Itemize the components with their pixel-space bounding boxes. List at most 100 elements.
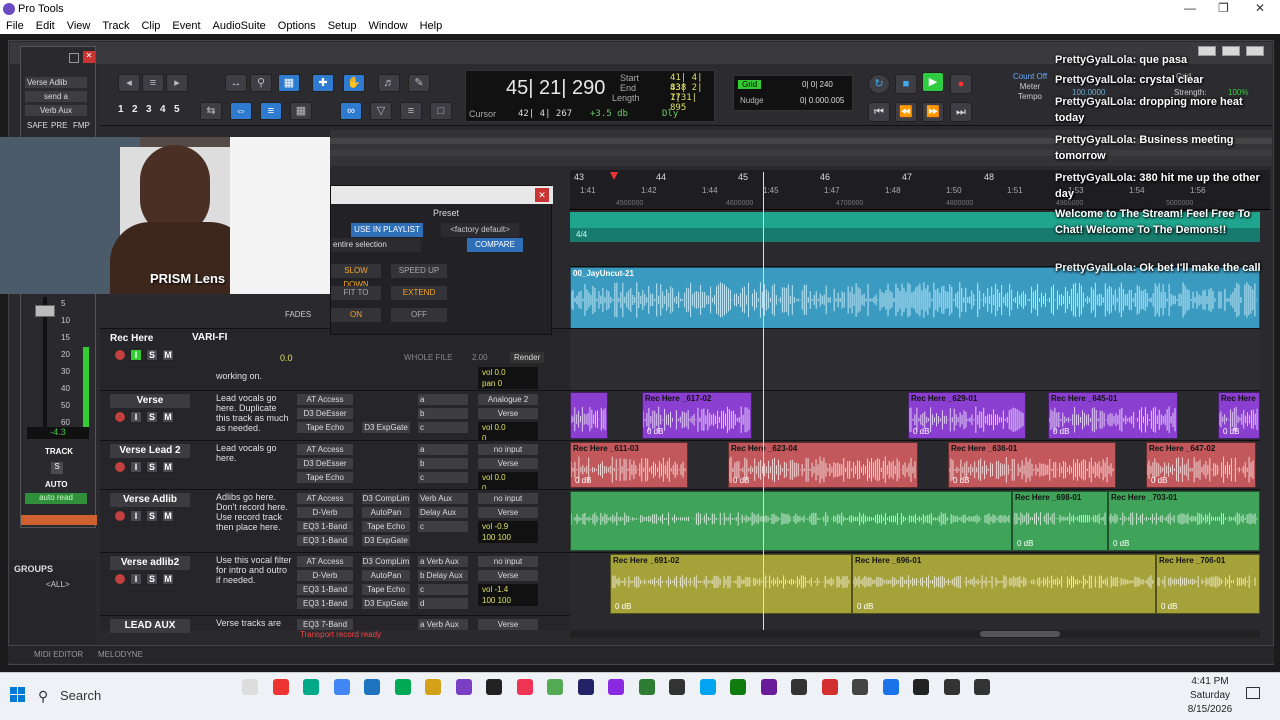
playhead-marker-icon[interactable] <box>610 172 618 180</box>
track-name[interactable]: LEAD AUX <box>110 619 190 633</box>
scrubber-tool-icon[interactable]: ♬ <box>378 74 400 92</box>
record-enable-button[interactable] <box>114 349 126 361</box>
audio-clip[interactable]: Rec Here _623-04 0 dB <box>728 442 918 488</box>
track-lane-verse[interactable]: Rec Here _617-02 0 dB Rec Here _629-01 0 dB… <box>570 390 1260 440</box>
send-slot[interactable]: Verb Aux <box>418 493 468 504</box>
input-monitor-button[interactable]: I <box>130 510 142 522</box>
track-name[interactable]: Verse Lead 2 <box>110 444 190 458</box>
tab-to-transient-icon[interactable]: ▽ <box>370 102 392 120</box>
playhead[interactable] <box>763 172 764 630</box>
stop-icon[interactable]: ■ <box>895 74 917 94</box>
app-icon[interactable] <box>852 679 868 695</box>
io-selector[interactable]: no input <box>478 556 538 567</box>
track-name[interactable]: Verse adlib2 <box>110 556 190 570</box>
menu-item-file[interactable]: File <box>0 18 30 34</box>
solo-button[interactable]: S <box>146 573 158 585</box>
app-icon[interactable] <box>638 679 655 695</box>
send-slot[interactable]: Delay Aux <box>418 507 468 518</box>
vol-pan-box[interactable]: vol -0.9 100 100 <box>478 521 538 543</box>
maximize-icon[interactable]: ❐ <box>1218 1 1229 15</box>
link-icon[interactable]: ∞ <box>340 102 362 120</box>
close-icon[interactable]: ✕ <box>1255 1 1265 15</box>
insert-slot[interactable]: D3 CompLim <box>362 556 410 567</box>
horizontal-scrollbar[interactable] <box>570 630 1260 638</box>
io-selector[interactable]: Verse <box>478 570 538 581</box>
go-to-end-icon[interactable]: ⏭ <box>950 102 972 122</box>
menu-item-options[interactable]: Options <box>272 18 322 34</box>
app-icon[interactable] <box>760 679 777 695</box>
nudge-value[interactable]: 0| 0.000.005 <box>800 96 844 105</box>
send-slot[interactable]: c <box>418 472 468 483</box>
automation-mode-select[interactable]: auto read <box>25 493 87 504</box>
strip-minimize-icon[interactable] <box>69 53 79 63</box>
pre-button[interactable]: PRE <box>51 121 67 130</box>
rewind-icon[interactable]: ⏪ <box>895 102 917 122</box>
minimize-icon[interactable]: — <box>1184 1 1196 15</box>
insert-slot[interactable]: EQ3 1-Band <box>297 521 353 532</box>
record-enable-button[interactable] <box>114 510 126 522</box>
solo-button[interactable]: S <box>146 349 158 361</box>
insert-slot[interactable]: D-Verb <box>297 507 353 518</box>
app-icon[interactable] <box>547 679 563 695</box>
app-icon[interactable] <box>699 679 716 695</box>
insert-slot[interactable]: AutoPan <box>362 507 410 518</box>
input-monitor-button[interactable]: I <box>130 461 142 473</box>
send-slot[interactable]: a Verb Aux <box>418 619 468 630</box>
meter-label[interactable]: Meter <box>1008 82 1052 92</box>
menu-item-window[interactable]: Window <box>362 18 413 34</box>
io-selector[interactable]: Verse <box>478 408 538 419</box>
audio-clip[interactable]: Rec Here _698-01 0 dB <box>1012 491 1108 551</box>
app-icon[interactable] <box>669 679 685 695</box>
solo-button[interactable]: S <box>146 510 158 522</box>
insert-slot[interactable]: AT Access <box>297 493 353 504</box>
scrollbar-thumb[interactable] <box>980 631 1060 637</box>
files-icon[interactable] <box>425 679 441 695</box>
send-slot[interactable]: a <box>418 394 468 405</box>
mute-button[interactable]: M <box>162 573 174 585</box>
menu-item-clip[interactable]: Clip <box>135 18 166 34</box>
io-selector[interactable]: no input <box>478 493 538 504</box>
fit-to-button[interactable]: FIT TO <box>331 286 381 300</box>
audio-clip[interactable]: Rec Here _706-01 0 dB <box>1156 554 1260 614</box>
length-value[interactable]: 1| 1| 895 <box>670 93 714 113</box>
insert-slot[interactable]: D3 ExpGate <box>362 598 410 609</box>
windows-start-icon[interactable] <box>10 687 26 703</box>
track-lane-adlib[interactable]: Rec Here _698-01 0 dB Rec Here _703-01 0 dB <box>570 489 1260 552</box>
solo-button[interactable]: S <box>146 461 158 473</box>
count-off-label[interactable]: Count Off <box>1008 72 1052 82</box>
selection-mode-select[interactable]: entire selection <box>331 238 421 252</box>
insert-slot[interactable]: D3 DeEsser <box>297 458 353 469</box>
audio-clip[interactable]: Rec Here _696-01 0 dB <box>852 554 1156 614</box>
plugin-close-icon[interactable]: ✕ <box>535 188 549 202</box>
grid-label[interactable]: Grid <box>738 80 762 89</box>
grabber-tool-icon[interactable]: ✋ <box>343 74 365 92</box>
insert-slot[interactable]: D3 DeEsser <box>297 408 353 419</box>
vol-pan-box[interactable]: vol 0.0 pan 0 <box>478 367 538 389</box>
selector-tool-icon[interactable]: ✚ <box>312 74 334 92</box>
input-monitor-button[interactable]: I <box>130 573 142 585</box>
insert-slot[interactable]: D3 CompLim <box>362 493 410 504</box>
track-comment[interactable]: working on. <box>216 371 292 381</box>
rewind-start-icon[interactable]: ⏮ <box>868 102 890 122</box>
obs-icon[interactable] <box>486 679 502 695</box>
vol-pan-box[interactable]: vol -1.4 100 100 <box>478 584 538 606</box>
tab-midi-editor[interactable]: MIDI EDITOR <box>34 650 83 659</box>
edge-icon[interactable] <box>303 679 319 695</box>
app-icon[interactable] <box>730 679 746 695</box>
tempo-label[interactable]: Tempo <box>1008 92 1052 102</box>
audio-clip[interactable]: Rec Here _629-01 0 dB <box>908 392 1026 439</box>
mirror-midi-icon[interactable]: ≡ <box>400 102 422 120</box>
insert-slot[interactable]: Tape Echo <box>297 472 353 483</box>
io-selector[interactable]: Analogue 2 <box>478 394 538 405</box>
track-name[interactable]: Rec Here <box>110 332 190 346</box>
zoom-out-icon[interactable]: ◂ <box>118 74 140 92</box>
track-name[interactable]: Verse Adlib <box>110 493 190 507</box>
insert-slot[interactable]: EQ3 1-Band <box>297 598 353 609</box>
menu-item-track[interactable]: Track <box>96 18 135 34</box>
track-lane-lead2[interactable]: Rec Here _611-03 0 dB Rec Here _623-04 0 dB… <box>570 440 1260 489</box>
magnifier-icon[interactable]: ⚲ <box>250 74 272 92</box>
menu-item-help[interactable]: Help <box>414 18 449 34</box>
insert-slot[interactable]: AT Access <box>297 556 353 567</box>
strip-close-icon[interactable]: ✕ <box>83 51 95 63</box>
send-slot[interactable]: a Verb Aux <box>418 556 468 567</box>
